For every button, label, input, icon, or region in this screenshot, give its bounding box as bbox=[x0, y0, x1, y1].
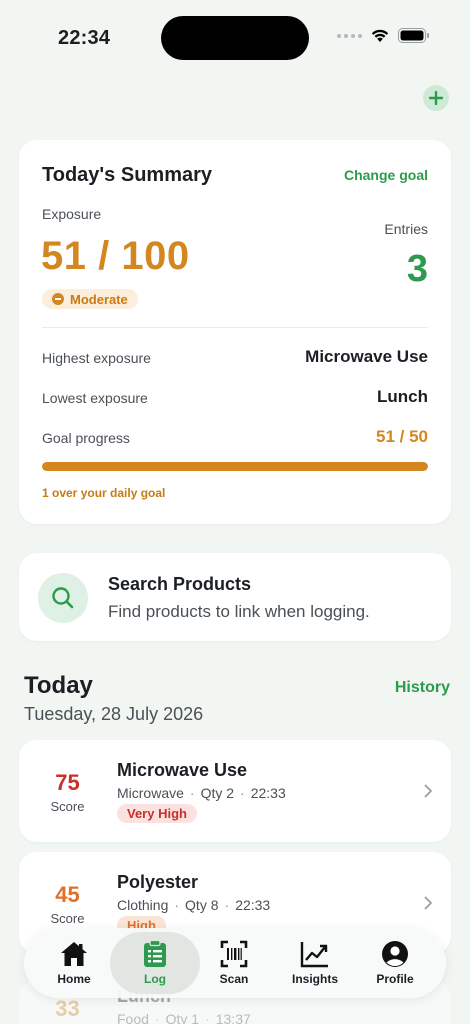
wifi-icon bbox=[371, 29, 389, 42]
exposure-label: Exposure bbox=[42, 206, 102, 222]
search-products-card[interactable]: Search Products Find products to link wh… bbox=[19, 553, 451, 641]
goal-progress-bar bbox=[42, 462, 428, 471]
chart-icon bbox=[300, 942, 328, 968]
summary-title: Today's Summary bbox=[42, 164, 212, 186]
tab-insights[interactable]: Insights bbox=[274, 932, 356, 994]
entry-score-label: Score bbox=[50, 911, 85, 926]
tab-profile-label: Profile bbox=[376, 972, 414, 986]
entry-score: 75 bbox=[55, 770, 80, 795]
profile-icon bbox=[382, 941, 408, 967]
entry-name: Polyester bbox=[117, 872, 199, 892]
tab-profile[interactable]: Profile bbox=[354, 932, 436, 994]
plus-icon bbox=[429, 91, 443, 105]
lowest-exposure-label: Lowest exposure bbox=[42, 390, 148, 406]
entries-label: Entries bbox=[384, 221, 428, 237]
tab-scan[interactable]: Scan bbox=[193, 932, 275, 994]
entry-time: 22:33 bbox=[250, 785, 286, 801]
today-date: Tuesday, 28 July 2026 bbox=[24, 704, 204, 724]
tab-bar: Home Log Scan Insights Profile bbox=[24, 928, 446, 998]
entry-name: Microwave Use bbox=[117, 760, 248, 780]
tab-home[interactable]: Home bbox=[33, 932, 115, 994]
clipboard-icon bbox=[144, 940, 166, 967]
add-entry-button[interactable] bbox=[423, 85, 449, 111]
log-entry-card[interactable]: 75 Score Microwave Use Microwave · Qty 2 · 2… bbox=[19, 740, 451, 842]
lowest-exposure-value: Lunch bbox=[377, 387, 428, 406]
entry-score: 45 bbox=[55, 882, 80, 907]
highest-exposure-value: Microwave Use bbox=[305, 347, 428, 366]
tab-log-label: Log bbox=[144, 972, 166, 986]
exposure-level-badge: Moderate bbox=[42, 289, 138, 309]
goal-progress-fill bbox=[42, 462, 428, 471]
goal-progress-value: 51 / 50 bbox=[376, 427, 428, 446]
search-icon-circle bbox=[38, 573, 88, 623]
exposure-level-label: Moderate bbox=[70, 291, 128, 307]
entry-qty: Qty 2 bbox=[200, 785, 235, 801]
dynamic-island bbox=[161, 16, 309, 60]
entry-qty: Qty 1 bbox=[165, 1011, 200, 1024]
entry-category: Clothing bbox=[117, 897, 169, 913]
chevron-right-icon bbox=[424, 896, 432, 910]
search-products-subtitle: Find products to link when logging. bbox=[108, 602, 370, 621]
entries-value: 3 bbox=[406, 248, 428, 290]
entry-score-label: Score bbox=[50, 799, 85, 814]
cellular-signal-icon bbox=[337, 33, 362, 38]
entry-meta: Clothing · Qty 8 · 22:33 bbox=[117, 897, 271, 913]
status-icons bbox=[337, 28, 430, 43]
home-icon bbox=[61, 942, 87, 966]
entry-category: Microwave bbox=[117, 785, 184, 801]
search-products-title: Search Products bbox=[108, 574, 252, 594]
tab-home-label: Home bbox=[57, 972, 91, 986]
status-bar: 22:34 bbox=[0, 0, 470, 70]
entry-meta: Food · Qty 1 · 13:37 bbox=[117, 1011, 251, 1024]
change-goal-button[interactable]: Change goal bbox=[344, 167, 428, 183]
minus-circle-icon bbox=[52, 293, 64, 305]
battery-icon bbox=[398, 28, 429, 43]
entry-meta: Microwave · Qty 2 · 22:33 bbox=[117, 785, 286, 801]
barcode-scan-icon bbox=[220, 940, 248, 968]
tab-insights-label: Insights bbox=[291, 972, 338, 986]
over-goal-text: 1 over your daily goal bbox=[42, 486, 166, 500]
entry-time: 13:37 bbox=[215, 1011, 251, 1024]
chevron-right-icon bbox=[424, 784, 432, 798]
highest-exposure-label: Highest exposure bbox=[42, 350, 151, 366]
search-icon bbox=[52, 587, 74, 609]
history-link[interactable]: History bbox=[395, 679, 450, 697]
entry-time: 22:33 bbox=[235, 897, 271, 913]
tab-scan-label: Scan bbox=[219, 972, 249, 986]
status-time: 22:34 bbox=[58, 27, 111, 49]
entry-level-badge: Very High bbox=[117, 804, 197, 823]
entry-category: Food bbox=[117, 1011, 149, 1024]
entry-score: 33 bbox=[55, 996, 80, 1021]
goal-progress-label: Goal progress bbox=[42, 430, 130, 446]
entry-qty: Qty 8 bbox=[185, 897, 219, 913]
tab-log[interactable]: Log bbox=[110, 932, 200, 994]
summary-divider bbox=[42, 327, 428, 328]
exposure-value: 51 / 100 bbox=[41, 234, 190, 278]
todays-summary-card: Today's Summary Change goal Exposure 51 … bbox=[19, 140, 451, 524]
today-heading: Today bbox=[24, 672, 93, 699]
